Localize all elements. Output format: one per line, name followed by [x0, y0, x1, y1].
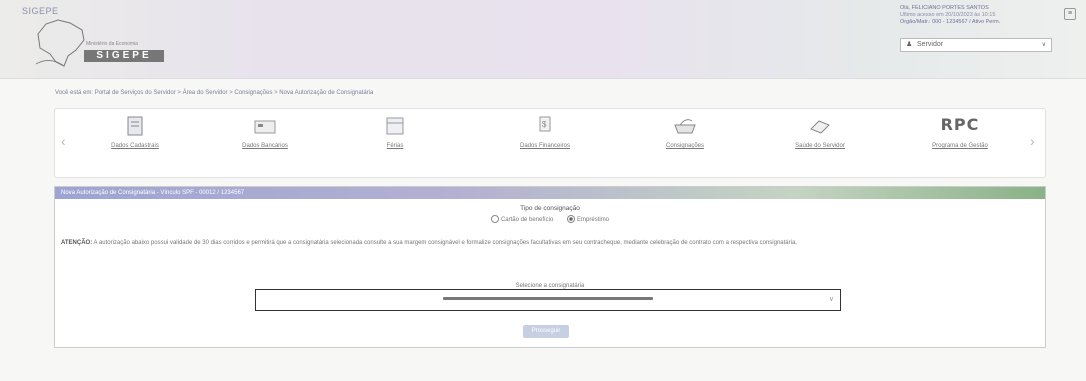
menu-item-consignacoes[interactable]: Consignações	[625, 109, 745, 177]
calendar-icon	[386, 117, 404, 135]
logo: SIGEPE	[84, 50, 164, 62]
org-label: Ministério da Economia	[86, 41, 138, 47]
menu-label: Férias	[386, 143, 404, 149]
menu-label: Dados Financeiros	[519, 143, 571, 149]
menu-label: Dados Bancários	[242, 143, 288, 149]
option-emprestimo[interactable]: Empréstimo	[567, 215, 610, 223]
radio-button-checked[interactable]	[567, 215, 576, 223]
menu-label: Saúde do Servidor	[795, 143, 845, 149]
profile-select-value: Servidor	[917, 41, 944, 48]
carousel-next-button[interactable]: ›	[1030, 133, 1035, 149]
card-icon	[254, 120, 276, 134]
health-icon	[810, 120, 830, 134]
money-icon: $	[539, 116, 551, 132]
menu-label: Dados Cadastrais	[111, 143, 159, 149]
user-greeting: Olá, FELICIANO PORTES SANTOS	[900, 5, 989, 11]
menu-item-programa-de-gestao[interactable]: RPC Programa de Gestão	[900, 109, 1020, 177]
chevron-down-icon: ∨	[1041, 42, 1046, 48]
breadcrumb: Você está em: Portal de Serviços do Serv…	[55, 90, 374, 96]
header: SIGEPE Ministério da Economia SIGEPE Olá…	[0, 0, 1086, 79]
carousel-prev-button[interactable]: ‹	[61, 133, 66, 149]
attention-prefix: ATENÇÃO:	[61, 240, 93, 246]
attention-text: A autorização abaixo possui validade de …	[92, 240, 797, 246]
redacted-value	[443, 297, 653, 300]
svg-text:$: $	[542, 120, 547, 129]
user-last-access: Último acesso em 20/10/2023 às 10:15	[900, 12, 996, 18]
consignataria-select[interactable]: ∨	[255, 289, 841, 311]
user-registration: Órgão/Matr.: 000 - 1234567 / Ativo Perm.	[900, 19, 1001, 25]
proceed-button[interactable]: Prosseguir	[523, 325, 569, 338]
attention-notice: ATENÇÃO: A autorização abaixo possui val…	[61, 239, 1036, 248]
tray-icon	[674, 119, 696, 134]
panel-title: Nova Autorização de Consignatária - Vínc…	[55, 187, 1045, 199]
radio-button[interactable]	[490, 215, 499, 223]
menu-label: Consignações	[665, 143, 705, 149]
menu-item-dados-financeiros[interactable]: $ Dados Financeiros	[485, 109, 605, 177]
menu-item-dados-bancarios[interactable]: Dados Bancários	[205, 109, 325, 177]
profile-select[interactable]: ♟ Servidor ∨	[900, 38, 1052, 52]
menu-label: Programa de Gestão	[932, 143, 988, 149]
user-icon: ♟	[906, 41, 913, 48]
menu-toggle-button[interactable]: ≡	[1064, 8, 1076, 20]
option-cartao-beneficio[interactable]: Cartão de benefício	[490, 215, 555, 223]
brazil-map-icon	[35, 19, 85, 67]
rpc-icon: RPC	[940, 115, 980, 134]
document-icon	[127, 116, 143, 136]
consignment-type-title: Tipo de consignação	[520, 205, 580, 212]
app-name: SIGEPE	[22, 6, 59, 16]
menu-item-saude-do-servidor[interactable]: Saúde do Servidor	[760, 109, 880, 177]
option-label: Cartão de benefício	[500, 216, 554, 223]
logo-text: SIGEPE	[96, 50, 152, 61]
user-info: Olá, FELICIANO PORTES SANTOS Último aces…	[900, 5, 1030, 26]
chevron-down-icon: ∨	[828, 296, 834, 303]
consignment-type-options: Cartão de benefício Empréstimo	[55, 215, 1045, 223]
authorization-panel: Nova Autorização de Consignatária - Vínc…	[54, 186, 1046, 348]
menu-item-ferias[interactable]: Férias	[335, 109, 455, 177]
menu-item-dados-cadastrais[interactable]: Dados Cadastrais	[75, 109, 195, 177]
option-label: Empréstimo	[577, 216, 610, 223]
services-carousel: ‹ Dados Cadastrais Dados Bancários Féria…	[54, 108, 1046, 178]
